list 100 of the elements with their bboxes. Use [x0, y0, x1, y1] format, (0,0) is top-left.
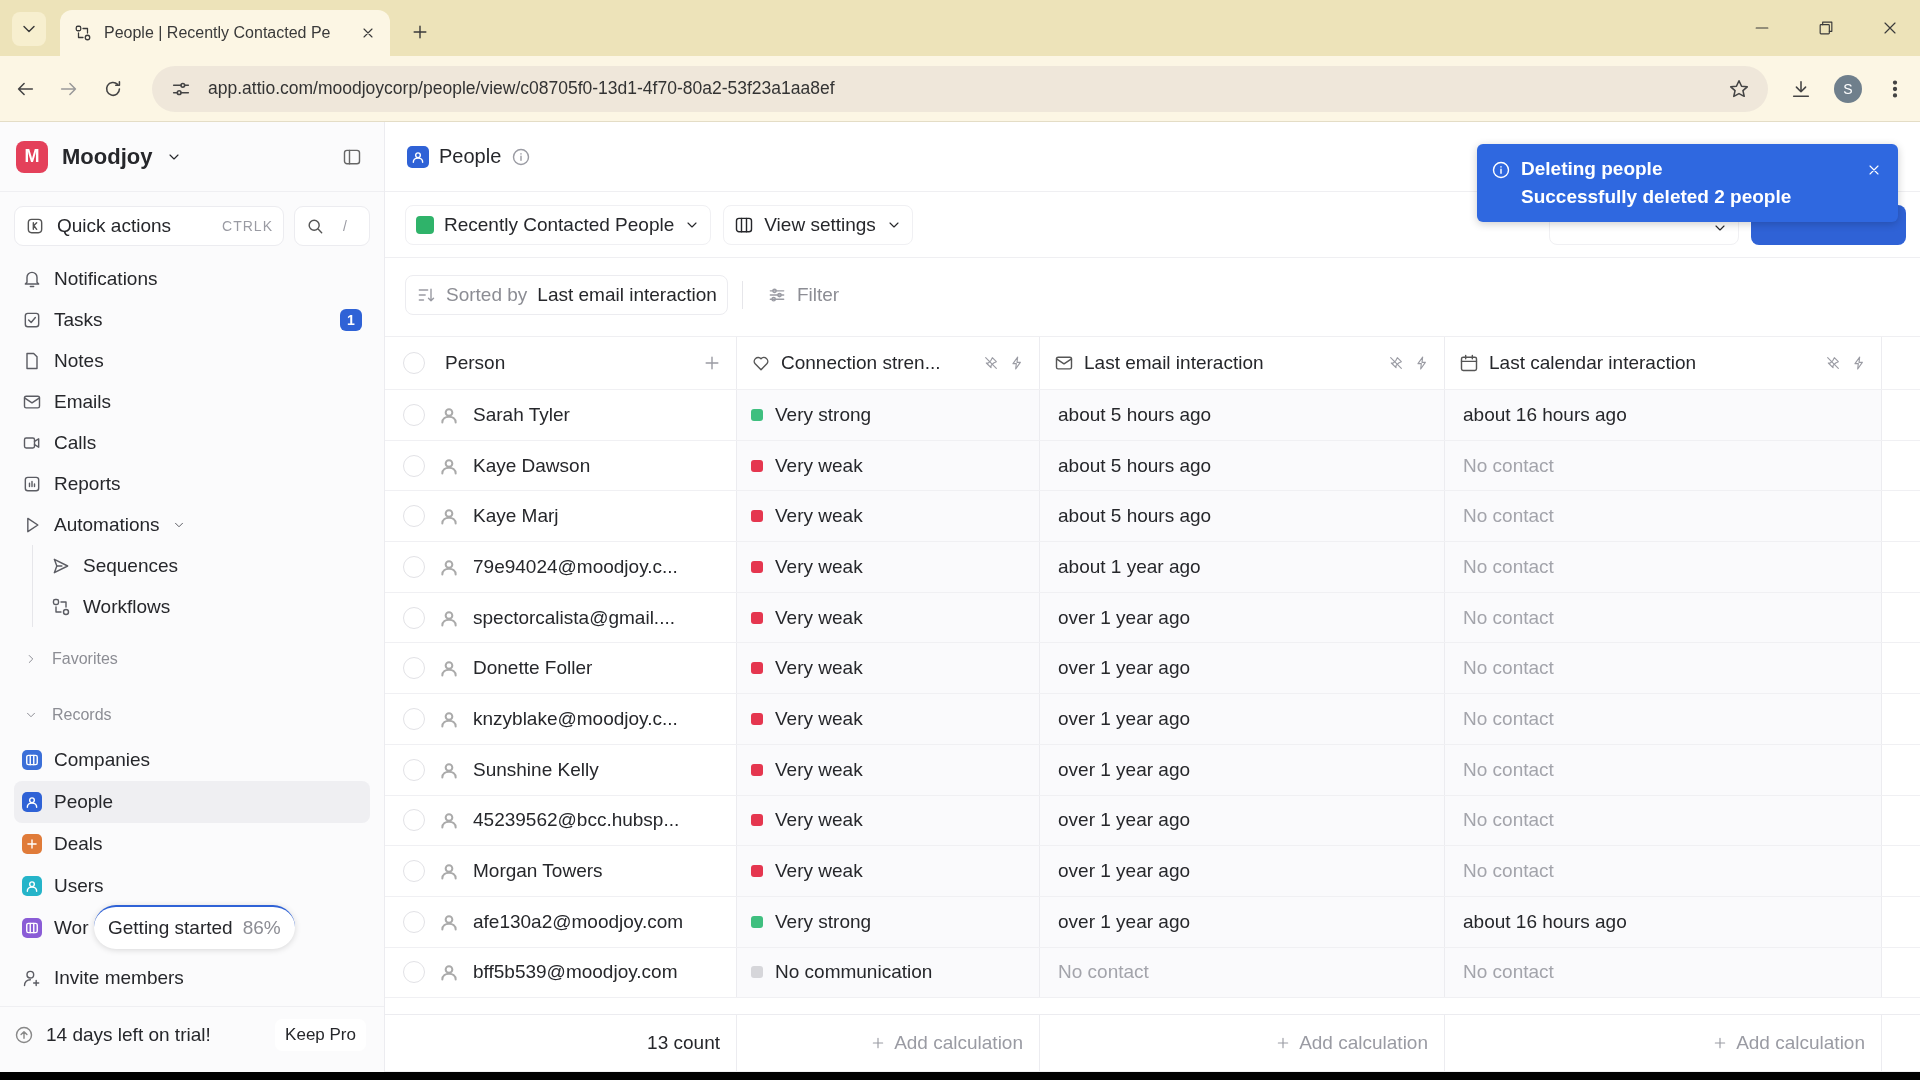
strength-label: Very weak [775, 860, 863, 883]
row-checkbox[interactable] [403, 910, 425, 933]
sort-button[interactable]: Sorted by Last email interaction [405, 275, 728, 315]
arrow-up-circle-icon [14, 1024, 34, 1045]
sidebar-item[interactable]: Invite members [14, 957, 370, 998]
sidebar-item[interactable]: Tasks 1 [14, 299, 370, 340]
table-cell: over 1 year ago [1058, 707, 1191, 730]
sidebar-item[interactable]: Notes [14, 340, 370, 381]
bookmark-star-icon[interactable] [1728, 77, 1750, 100]
strength-label: No communication [775, 961, 933, 984]
strength-label: Very weak [775, 606, 863, 629]
browser-tab[interactable]: People | Recently Contacted Pe [60, 10, 390, 56]
url-text: app.attio.com/moodjoycorp/people/view/c08705f0-13d1-4f70-80a2-53f23a1aa8ef [208, 78, 835, 99]
sidebar-item[interactable]: Notifications [14, 258, 370, 299]
info-icon [1491, 160, 1511, 180]
trial-notice: 14 days left on trial! [46, 1023, 211, 1046]
count-badge: 1 [340, 308, 362, 331]
person-name[interactable]: Sarah Tyler [473, 403, 570, 426]
sidebar-item[interactable]: Workflows [33, 586, 370, 627]
row-checkbox[interactable] [403, 403, 425, 426]
person-name[interactable]: afe130a2@moodjoy.com [473, 910, 684, 933]
table-cell: No contact [1463, 961, 1554, 984]
sidebar-item[interactable]: Wor Getting started 86% [14, 907, 370, 949]
workspace-logo: M [16, 140, 48, 173]
person-name[interactable]: Donette Foller [473, 657, 593, 680]
profile-avatar[interactable]: S [1834, 74, 1862, 103]
sidebar-item[interactable]: Automations [14, 504, 370, 545]
person-avatar-icon [439, 810, 459, 831]
table-cell: over 1 year ago [1058, 809, 1191, 832]
sidebar-item[interactable]: Reports [14, 463, 370, 504]
row-checkbox[interactable] [403, 454, 425, 477]
keep-plan-button[interactable]: Keep Pro [275, 1018, 366, 1051]
row-checkbox[interactable] [403, 809, 425, 832]
calendar-icon [1459, 353, 1479, 373]
strength-label: Very weak [775, 555, 863, 578]
row-checkbox[interactable] [403, 758, 425, 781]
row-checkbox[interactable] [403, 555, 425, 578]
table-cell: No contact [1463, 505, 1554, 528]
sort-field: Last email interaction [537, 284, 717, 306]
select-all-checkbox[interactable] [403, 352, 425, 374]
sidebar-item[interactable]: Companies [14, 739, 370, 781]
sidebar-item[interactable]: People [14, 781, 370, 823]
person-name[interactable]: knzyblake@moodjoy.c... [473, 707, 678, 730]
person-avatar-icon [439, 962, 459, 983]
person-icon [407, 145, 429, 168]
strength-label: Very weak [775, 809, 863, 832]
person-name[interactable]: bff5b539@moodjoy.com [473, 961, 678, 984]
table-cell: No contact [1463, 657, 1554, 680]
tab-title: People | Recently Contacted Pe [104, 24, 332, 42]
view-settings-button[interactable]: View settings [723, 204, 913, 245]
table-cell: about 16 hours ago [1463, 403, 1627, 426]
shortcut-hint: / [343, 218, 348, 234]
row-checkbox[interactable] [403, 505, 425, 528]
progress-percent: 86% [242, 917, 281, 939]
quick-actions-button[interactable]: Quick actions CTRLK [14, 206, 284, 246]
strength-label: Very weak [775, 454, 863, 477]
row-checkbox[interactable] [403, 657, 425, 680]
strength-label: Very weak [775, 758, 863, 781]
table-cell: No contact [1463, 758, 1554, 781]
row-checkbox[interactable] [403, 606, 425, 629]
site-icon [74, 24, 92, 42]
table-cell: over 1 year ago [1058, 657, 1191, 680]
workspace-switcher[interactable]: M Moodjoy [16, 140, 183, 173]
table-cell: over 1 year ago [1058, 606, 1191, 629]
view-selector[interactable]: Recently Contacted People [405, 204, 712, 245]
person-name[interactable]: Kaye Dawson [473, 454, 591, 477]
person-name[interactable]: 45239562@bcc.hubsp... [473, 809, 680, 832]
person-name[interactable]: spectorcalista@gmail.... [473, 606, 675, 629]
person-avatar-icon [439, 658, 459, 679]
row-checkbox[interactable] [403, 961, 425, 984]
person-name[interactable]: Kaye Marj [473, 505, 559, 528]
getting-started-popup[interactable]: Getting started 86% [94, 905, 295, 949]
table-cell: about 5 hours ago [1058, 403, 1212, 426]
info-icon [511, 146, 532, 167]
table-cell: No contact [1463, 707, 1554, 730]
table-cell: over 1 year ago [1058, 860, 1191, 883]
pin-off-icon[interactable] [1388, 355, 1404, 371]
sidebar-item[interactable]: Emails [14, 381, 370, 422]
sidebar-item[interactable]: Deals [14, 823, 370, 865]
strength-label: Very strong [775, 910, 872, 933]
strength-label: Very strong [775, 403, 872, 426]
table-cell: over 1 year ago [1058, 910, 1191, 933]
sidebar-item[interactable]: Users [14, 865, 370, 907]
strength-label: Very weak [775, 707, 863, 730]
table-cell: about 1 year ago [1058, 555, 1201, 578]
person-name[interactable]: 79e94024@moodjoy.c... [473, 555, 678, 578]
page-title: People [439, 145, 502, 168]
address-field[interactable]: app.attio.com/moodjoycorp/people/view/c08705f0-13d1-4f70-80a2-53f23a1aa8ef [152, 65, 1768, 112]
table-cell: No contact [1058, 961, 1149, 984]
sidebar-item[interactable]: Calls [14, 422, 370, 463]
record-count: 13 count [647, 1032, 720, 1054]
table-cell: about 5 hours ago [1058, 454, 1212, 477]
pin-off-icon[interactable] [983, 355, 999, 371]
person-name[interactable]: Sunshine Kelly [473, 758, 599, 781]
shortcut-hint: CTRLK [222, 218, 273, 234]
person-name[interactable]: Morgan Towers [473, 860, 603, 883]
sidebar-item[interactable]: Sequences [33, 545, 370, 586]
row-checkbox[interactable] [403, 707, 425, 730]
row-checkbox[interactable] [403, 860, 425, 883]
pin-off-icon[interactable] [1825, 355, 1841, 371]
